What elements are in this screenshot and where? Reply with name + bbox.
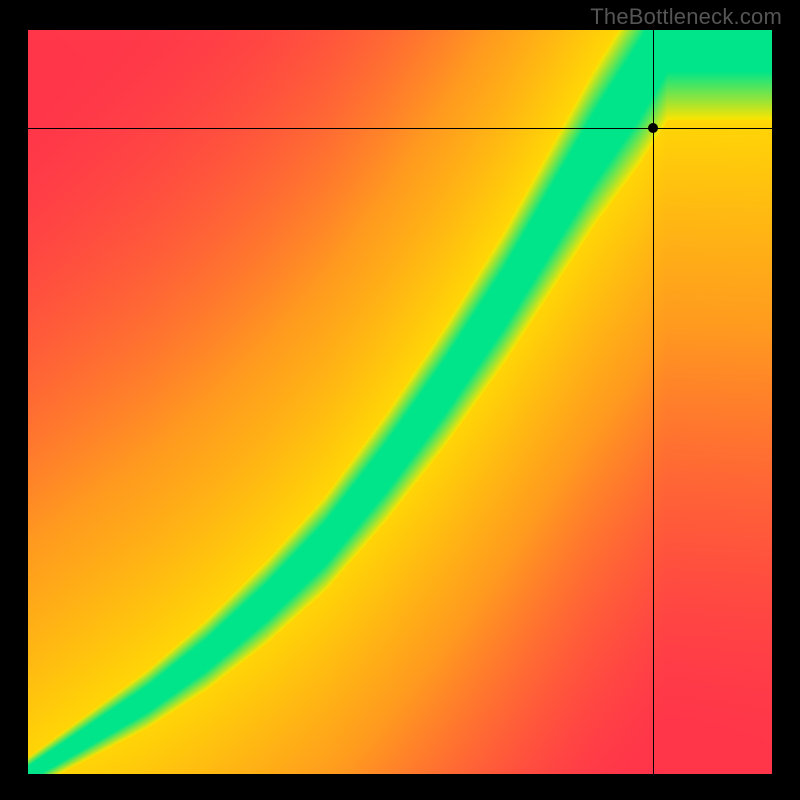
bottleneck-heatmap	[28, 30, 772, 774]
selection-marker[interactable]	[648, 123, 658, 133]
heatmap-canvas	[28, 30, 772, 774]
watermark-text: TheBottleneck.com	[590, 4, 782, 30]
crosshair-horizontal	[28, 128, 772, 129]
crosshair-vertical	[653, 30, 654, 774]
